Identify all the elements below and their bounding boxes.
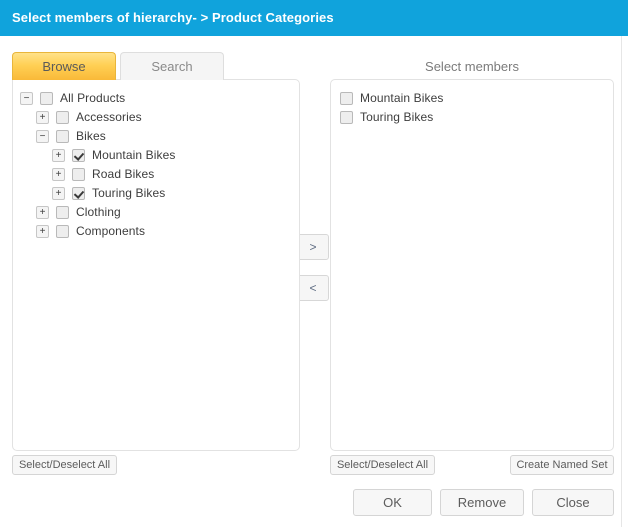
- tree-node-label: Road Bikes: [92, 167, 155, 181]
- tree-node-checkbox[interactable]: [56, 130, 69, 143]
- expand-icon[interactable]: +: [52, 187, 65, 200]
- member-row[interactable]: Touring Bikes: [331, 108, 613, 127]
- selected-members-panel: Mountain Bikes Touring Bikes: [330, 79, 614, 451]
- tree-node-label: Components: [76, 224, 146, 238]
- tree-node-checkbox[interactable]: [56, 225, 69, 238]
- remove-button[interactable]: Remove: [440, 489, 524, 516]
- tree-node-checkbox[interactable]: [40, 92, 53, 105]
- expand-icon[interactable]: +: [52, 149, 65, 162]
- ok-button[interactable]: OK: [353, 489, 432, 516]
- tree-node-row[interactable]: + Touring Bikes: [13, 184, 299, 203]
- tree-node-label: Accessories: [76, 110, 142, 124]
- tab-browse[interactable]: Browse: [12, 52, 116, 80]
- remove-member-button[interactable]: <: [297, 275, 329, 301]
- expand-icon[interactable]: +: [36, 206, 49, 219]
- add-member-button[interactable]: >: [297, 234, 329, 260]
- page-scrollbar-edge: [621, 36, 622, 527]
- tree-node-row[interactable]: − Bikes: [13, 127, 299, 146]
- member-checkbox[interactable]: [340, 92, 353, 105]
- tree-node-row[interactable]: + Accessories: [13, 108, 299, 127]
- expand-icon[interactable]: +: [52, 168, 65, 181]
- dialog-title-bar: Select members of hierarchy- > Product C…: [0, 0, 628, 36]
- tree-node-row[interactable]: + Mountain Bikes: [13, 146, 299, 165]
- selected-members-list: Mountain Bikes Touring Bikes: [331, 80, 613, 127]
- close-button[interactable]: Close: [532, 489, 614, 516]
- tree-node-row[interactable]: + Components: [13, 222, 299, 241]
- tree-node-label: All Products: [60, 91, 126, 105]
- members-select-deselect-all-button[interactable]: Select/Deselect All: [330, 455, 435, 475]
- member-label: Touring Bikes: [360, 110, 434, 124]
- hierarchy-tree: − All Products + Accessories − Bikes + Mountain…: [13, 80, 299, 241]
- tree-node-checkbox[interactable]: [56, 206, 69, 219]
- tab-search[interactable]: Search: [120, 52, 224, 80]
- tree-node-label: Clothing: [76, 205, 121, 219]
- tree-node-row[interactable]: − All Products: [13, 89, 299, 108]
- dialog-title: Select members of hierarchy- > Product C…: [12, 10, 334, 25]
- tree-node-checkbox[interactable]: [56, 111, 69, 124]
- tree-node-row[interactable]: + Clothing: [13, 203, 299, 222]
- create-named-set-button[interactable]: Create Named Set: [510, 455, 614, 475]
- browse-tree-panel: − All Products + Accessories − Bikes + Mountain…: [12, 79, 300, 451]
- member-label: Mountain Bikes: [360, 91, 444, 105]
- member-checkbox[interactable]: [340, 111, 353, 124]
- tree-node-checkbox[interactable]: [72, 149, 85, 162]
- collapse-icon[interactable]: −: [36, 130, 49, 143]
- expand-icon[interactable]: +: [36, 111, 49, 124]
- tree-node-checkbox[interactable]: [72, 168, 85, 181]
- tree-select-deselect-all-button[interactable]: Select/Deselect All: [12, 455, 117, 475]
- tree-node-checkbox[interactable]: [72, 187, 85, 200]
- expand-icon[interactable]: +: [36, 225, 49, 238]
- select-members-title: Select members: [425, 59, 519, 74]
- tree-node-row[interactable]: + Road Bikes: [13, 165, 299, 184]
- member-row[interactable]: Mountain Bikes: [331, 89, 613, 108]
- tree-node-label: Bikes: [76, 129, 106, 143]
- tree-node-label: Touring Bikes: [92, 186, 166, 200]
- collapse-icon[interactable]: −: [20, 92, 33, 105]
- tree-node-label: Mountain Bikes: [92, 148, 176, 162]
